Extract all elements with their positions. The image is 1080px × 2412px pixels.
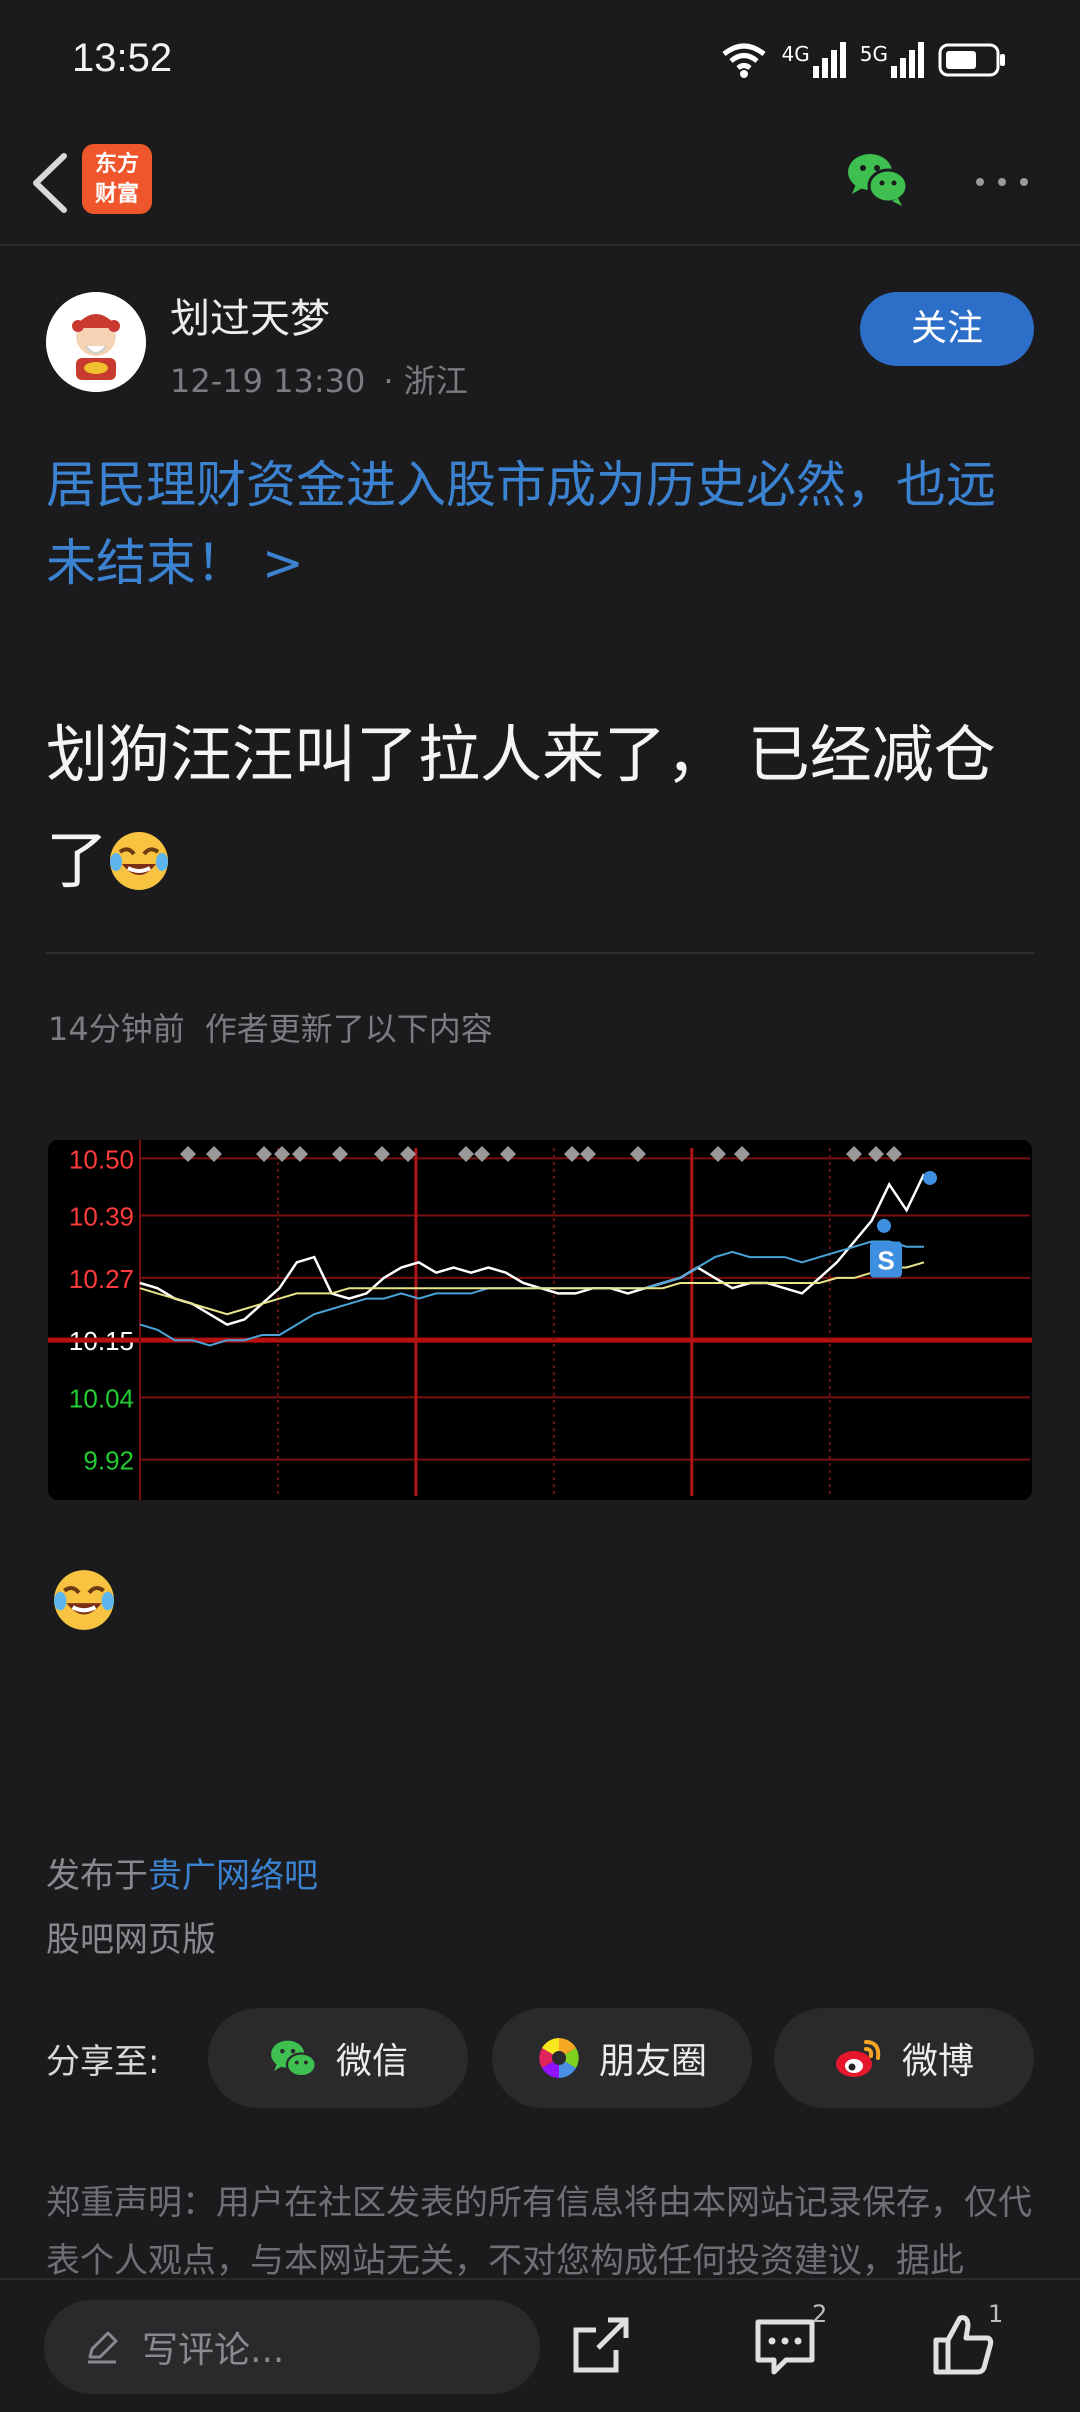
comment-input[interactable]: 写评论...	[44, 2300, 540, 2394]
stock-bar-link[interactable]: 贵广网络吧	[148, 1856, 318, 1896]
follow-button[interactable]: 关注	[860, 292, 1034, 366]
nav-bar: 东方 财富	[0, 120, 1080, 246]
chart-y-tick-label: 10.04	[69, 1383, 134, 1413]
pencil-icon	[88, 2331, 118, 2364]
comment-count: 2	[812, 2300, 828, 2328]
chart-point-marker	[923, 1170, 937, 1185]
chart-diamond-marker	[256, 1146, 272, 1162]
disclaimer-text: 郑重声明：用户在社区发表的所有信息将由本网站记录保存，仅代表个人观点，与本网站无…	[46, 2183, 1032, 2281]
signal-5g-icon: 5G	[860, 42, 924, 78]
post-location: · 浙江	[383, 362, 468, 400]
wifi-icon	[721, 43, 766, 78]
chart-diamond-marker	[206, 1146, 222, 1162]
chart-diamond-marker	[710, 1146, 726, 1162]
update-time: 14分钟前	[48, 1010, 185, 1048]
chart-diamond-marker	[564, 1146, 580, 1162]
chart-y-tick-label: 10.50	[69, 1144, 134, 1174]
signal-5g-label: 5G	[859, 42, 888, 66]
published-in: 发布于贵广网络吧	[46, 1848, 318, 1897]
chart-series-line	[139, 1173, 926, 1326]
divider	[46, 952, 1034, 954]
chart-sell-marker-label: S	[877, 1245, 894, 1275]
update-note: 14分钟前 作者更新了以下内容	[48, 1004, 493, 1050]
post-meta: 12-19 13:30 · 浙江	[170, 356, 468, 402]
update-text: 作者更新了以下内容	[204, 1010, 493, 1048]
chart-diamond-marker	[474, 1146, 490, 1162]
chart-diamond-marker	[400, 1146, 416, 1162]
chart-diamond-marker	[458, 1146, 474, 1162]
share-moments-label: 朋友圈	[598, 2041, 707, 2082]
status-bar: 13:52 4G 5G	[0, 0, 1080, 120]
more-icon[interactable]	[974, 172, 1030, 192]
chart-y-tick-label: 10.39	[69, 1202, 134, 1232]
wechat-icon	[271, 2040, 317, 2078]
web-version-label: 股吧网页版	[46, 1920, 216, 1960]
chart-point-marker	[877, 1218, 891, 1233]
back-button[interactable]	[22, 148, 82, 218]
comment-placeholder: 写评论...	[142, 2330, 285, 2371]
post-date: 12-19 13:30	[170, 362, 366, 400]
app-logo-line1: 东方	[94, 152, 139, 177]
avatar-image	[46, 292, 146, 392]
app-logo-line2: 财富	[94, 182, 139, 207]
weibo-icon	[835, 2040, 881, 2077]
stock-intraday-chart[interactable]: 10.50 10.39 10.27 10.15 10.04 9.92 S	[48, 1140, 1032, 1500]
bottom-action-bar: 写评论... 2 1	[0, 2278, 1080, 2412]
comment-icon[interactable]	[750, 2310, 820, 2380]
chart-diamond-marker	[846, 1146, 862, 1162]
share-moments-button[interactable]: 朋友圈	[492, 2008, 752, 2108]
author-avatar[interactable]	[46, 292, 146, 392]
chart-diamond-marker	[332, 1146, 348, 1162]
chart-diamond-marker	[292, 1146, 308, 1162]
chart-y-tick-label: 9.92	[83, 1446, 134, 1476]
like-count: 1	[988, 2300, 1004, 2328]
post-body: 划狗汪汪叫了拉人来了， 已经减仓了	[46, 702, 1036, 914]
laugh-cry-emoji-icon	[110, 832, 169, 890]
chart-series-line	[139, 1240, 924, 1347]
post-body-text: 划狗汪汪叫了拉人来了， 已经减仓了	[46, 718, 996, 897]
share-weibo-label: 微博	[901, 2041, 974, 2082]
app-logo[interactable]: 东方 财富	[82, 144, 152, 214]
share-wechat-label: 微信	[335, 2041, 408, 2082]
signal-4g-icon: 4G	[782, 42, 846, 78]
chart-diamond-marker	[500, 1146, 516, 1162]
chart-diamond-marker	[630, 1146, 646, 1162]
published-prefix: 发布于	[46, 1856, 148, 1896]
chart-diamond-marker	[580, 1146, 596, 1162]
signal-4g-label: 4G	[781, 42, 810, 66]
forward-icon[interactable]	[566, 2310, 636, 2380]
share-label: 分享至:	[46, 2042, 160, 2082]
status-icons: 4G 5G	[720, 40, 1008, 80]
wechat-share-icon[interactable]	[844, 146, 910, 212]
chart-diamond-marker	[886, 1146, 902, 1162]
chart-diamond-marker	[374, 1146, 390, 1162]
moments-icon	[539, 2038, 579, 2078]
battery-icon	[938, 43, 1005, 77]
laugh-cry-emoji-icon	[54, 1570, 114, 1630]
chart-svg: 10.5010.3910.2710.1510.049.92S	[48, 1140, 1032, 1500]
share-weibo-button[interactable]: 微博	[774, 2008, 1034, 2108]
author-name[interactable]: 划过天梦	[170, 286, 330, 344]
chart-y-tick-label: 10.27	[69, 1264, 134, 1294]
topic-link[interactable]: 居民理财资金进入股市成为历史必然，也远未结束！ >	[46, 446, 1036, 602]
share-wechat-button[interactable]: 微信	[208, 2008, 468, 2108]
status-time: 13:52	[72, 36, 173, 80]
chart-diamond-marker	[274, 1146, 290, 1162]
chart-diamond-marker	[734, 1146, 750, 1162]
chart-diamond-marker	[180, 1146, 196, 1162]
chart-diamond-marker	[868, 1146, 884, 1162]
